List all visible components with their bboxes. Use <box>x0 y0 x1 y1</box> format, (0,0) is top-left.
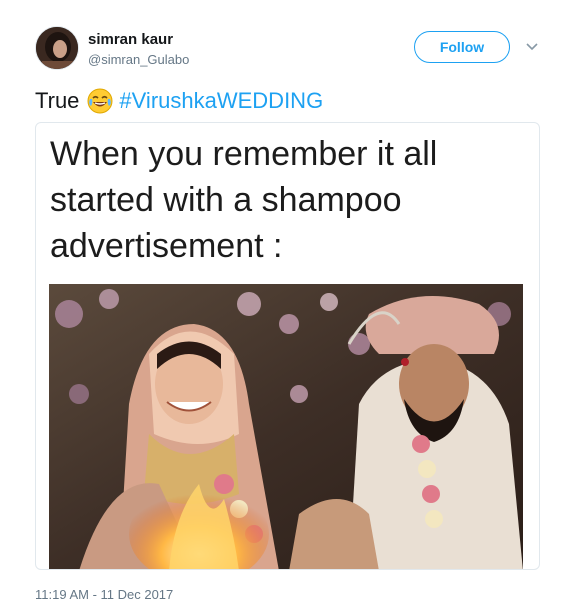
follow-button[interactable]: Follow <box>414 31 510 63</box>
hashtag-link[interactable]: #VirushkaWEDDING <box>119 86 323 116</box>
tweet-text: True #VirushkaWEDDING <box>35 86 323 116</box>
wedding-photo <box>49 284 523 569</box>
tweet-text-body: True <box>35 88 80 113</box>
author-handle[interactable]: @simran_Gulabo <box>88 52 189 67</box>
author-display-name[interactable]: simran kaur <box>88 31 173 48</box>
tweet-card: simran kaur @simran_Gulabo Follow True #… <box>0 0 575 608</box>
meme-caption: When you remember it all started with a … <box>50 135 438 265</box>
tweet-timestamp[interactable]: 11:19 AM - 11 Dec 2017 <box>35 587 173 602</box>
avatar[interactable] <box>35 26 79 70</box>
avatar-photo <box>36 27 78 69</box>
face-with-tears-of-joy-icon <box>87 88 113 114</box>
media-card[interactable]: When you remember it all started with a … <box>35 122 540 570</box>
chevron-down-icon[interactable] <box>525 40 539 54</box>
